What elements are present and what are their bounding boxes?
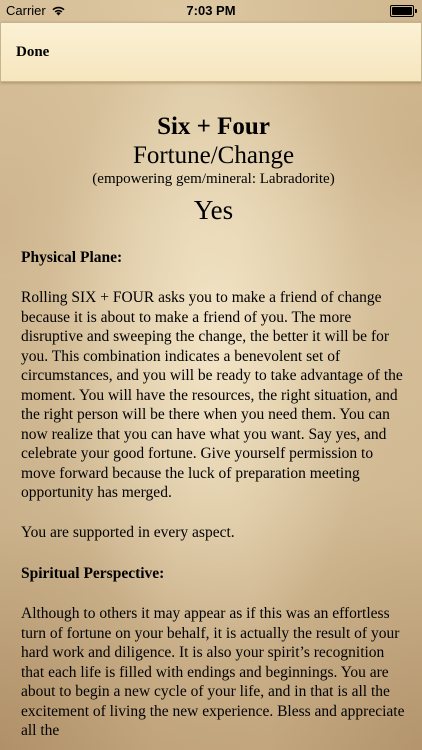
spiritual-perspective-heading: Spiritual Perspective: — [21, 565, 165, 582]
physical-plane-heading: Physical Plane: — [21, 249, 123, 266]
status-time: 7:03 PM — [186, 3, 236, 18]
done-button[interactable]: Done — [16, 44, 49, 61]
support-text: You are supported in every aspect. — [21, 523, 235, 541]
physical-plane-text: Rolling SIX + FOUR asks you to make a fr… — [21, 289, 403, 501]
reading-subtitle: Fortune/Change — [132, 142, 295, 169]
reading-content: Six + Four Fortune/Change (empowering ge… — [21, 112, 406, 741]
reading-answer: Yes — [193, 195, 234, 225]
battery-icon — [390, 5, 417, 17]
gem-line: (empowering gem/mineral: Labradorite) — [92, 171, 335, 187]
header-bar: Done — [0, 22, 422, 82]
reading-title: Six + Four — [157, 113, 270, 140]
spiritual-perspective-text: Although to others it may appear as if t… — [21, 605, 405, 739]
status-bar: Carrier 7:03 PM — [0, 0, 422, 22]
